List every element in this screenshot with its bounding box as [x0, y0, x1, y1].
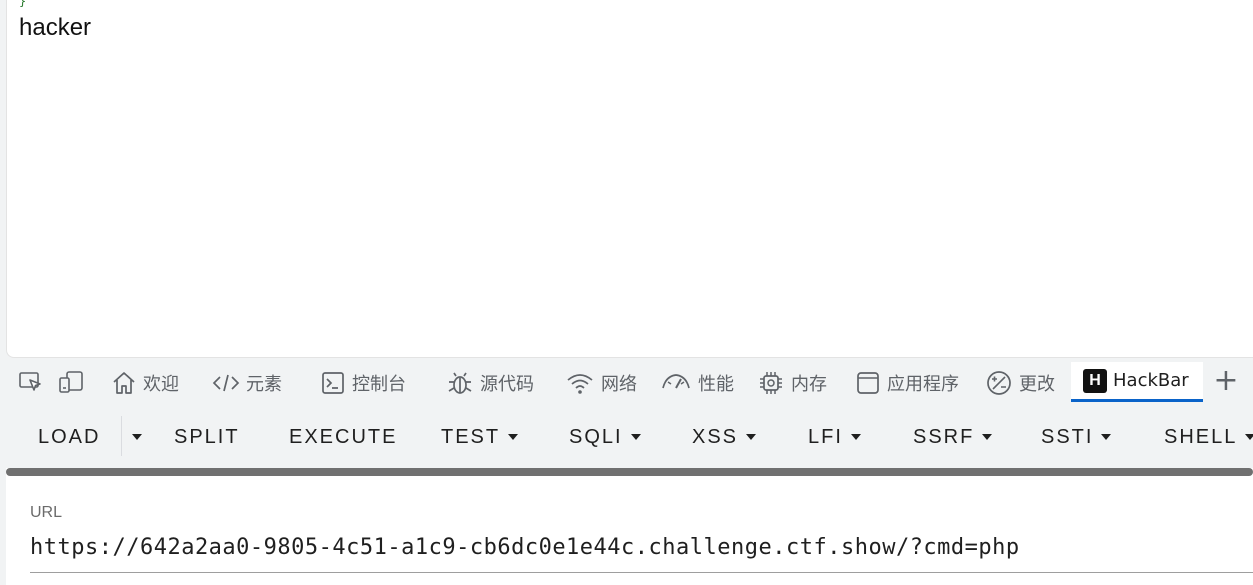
home-icon: [113, 372, 135, 394]
chevron-down-icon: [508, 434, 519, 440]
load-label: LOAD: [38, 425, 101, 448]
test-menu-button[interactable]: TEST: [441, 424, 519, 450]
page-code-fragment: }: [19, 0, 27, 8]
chip-icon: [760, 372, 782, 394]
tab-memory[interactable]: 内存: [757, 364, 827, 402]
device-emulation-icon[interactable]: [58, 369, 84, 395]
tab-changes[interactable]: 更改: [985, 364, 1055, 402]
page-viewport: } hacker: [6, 0, 1253, 358]
sqli-label: SQLI: [569, 425, 623, 448]
tab-label: 内存: [791, 374, 827, 395]
code-icon: [212, 374, 240, 392]
split-label: SPLIT: [174, 425, 240, 448]
console-icon: [322, 372, 344, 394]
tab-label: 应用程序: [887, 374, 959, 395]
hackbar-panel: LOAD SPLIT EXECUTE TEST SQLI XSS LFI SSR…: [6, 406, 1253, 585]
ssrf-label: SSRF: [913, 425, 975, 448]
execute-label: EXECUTE: [289, 425, 398, 448]
sqli-menu-button[interactable]: SQLI: [569, 424, 641, 450]
tab-label: 性能: [698, 374, 734, 395]
tab-label: HackBar: [1113, 370, 1189, 391]
tab-network[interactable]: 网络: [565, 364, 637, 402]
url-input[interactable]: https://642a2aa0-9805-4c51-a1c9-cb6dc0e1…: [30, 535, 1020, 560]
tab-welcome[interactable]: 欢迎: [111, 364, 179, 402]
hackbar-toolbar: LOAD SPLIT EXECUTE TEST SQLI XSS LFI SSR…: [6, 406, 1253, 468]
tab-label: 网络: [601, 374, 637, 395]
page-output-text: hacker: [19, 14, 92, 41]
load-button[interactable]: LOAD: [38, 424, 100, 450]
tab-application[interactable]: 应用程序: [855, 364, 959, 402]
lfi-label: LFI: [808, 425, 843, 448]
toolbar-scrollbar[interactable]: [6, 468, 1253, 476]
window-icon: [857, 372, 879, 394]
add-tab-icon[interactable]: +: [1212, 366, 1240, 396]
chevron-down-icon: [850, 434, 861, 440]
tab-label: 更改: [1019, 374, 1055, 395]
changes-icon: [987, 371, 1011, 395]
test-label: TEST: [441, 425, 501, 448]
xss-menu-button[interactable]: XSS: [692, 424, 757, 450]
url-field-label: URL: [30, 504, 63, 521]
chevron-down-icon: [630, 434, 641, 440]
shell-label: SHELL: [1164, 425, 1238, 448]
chevron-down-icon: [132, 434, 142, 440]
load-dropdown-button[interactable]: [130, 424, 144, 450]
execute-button[interactable]: EXECUTE: [289, 424, 397, 450]
gauge-icon: [662, 374, 690, 389]
load-divider: [121, 416, 122, 456]
tab-label: 源代码: [480, 374, 534, 395]
lfi-menu-button[interactable]: LFI: [808, 424, 861, 450]
tab-hackbar[interactable]: H HackBar: [1071, 362, 1203, 402]
chevron-down-icon: [982, 434, 993, 440]
tab-label: 控制台: [352, 374, 406, 395]
ssti-label: SSTI: [1041, 425, 1094, 448]
tab-label: 欢迎: [143, 374, 179, 395]
hackbar-logo-icon: H: [1083, 368, 1107, 393]
chevron-down-icon: [746, 434, 757, 440]
tab-label: 元素: [246, 374, 282, 395]
url-input-underline: [30, 572, 1253, 573]
devtools-tab-strip: 欢迎 元素 控制台 源代码 网络 性能 内存 应用程序 更改 H HackBar…: [0, 358, 1253, 406]
chevron-down-icon: [1101, 434, 1112, 440]
ssti-menu-button[interactable]: SSTI: [1041, 424, 1112, 450]
tab-elements[interactable]: 元素: [212, 364, 282, 402]
tab-console[interactable]: 控制台: [320, 364, 406, 402]
split-button[interactable]: SPLIT: [174, 424, 240, 450]
chevron-down-icon: [1245, 434, 1253, 440]
bug-icon: [448, 372, 472, 394]
ssrf-menu-button[interactable]: SSRF: [913, 424, 993, 450]
inspect-element-icon[interactable]: [18, 369, 44, 395]
wifi-icon: [567, 374, 593, 394]
shell-menu-button[interactable]: SHELL: [1164, 424, 1253, 450]
tab-performance[interactable]: 性能: [660, 364, 734, 402]
xss-label: XSS: [692, 425, 739, 448]
tab-sources[interactable]: 源代码: [446, 364, 534, 402]
